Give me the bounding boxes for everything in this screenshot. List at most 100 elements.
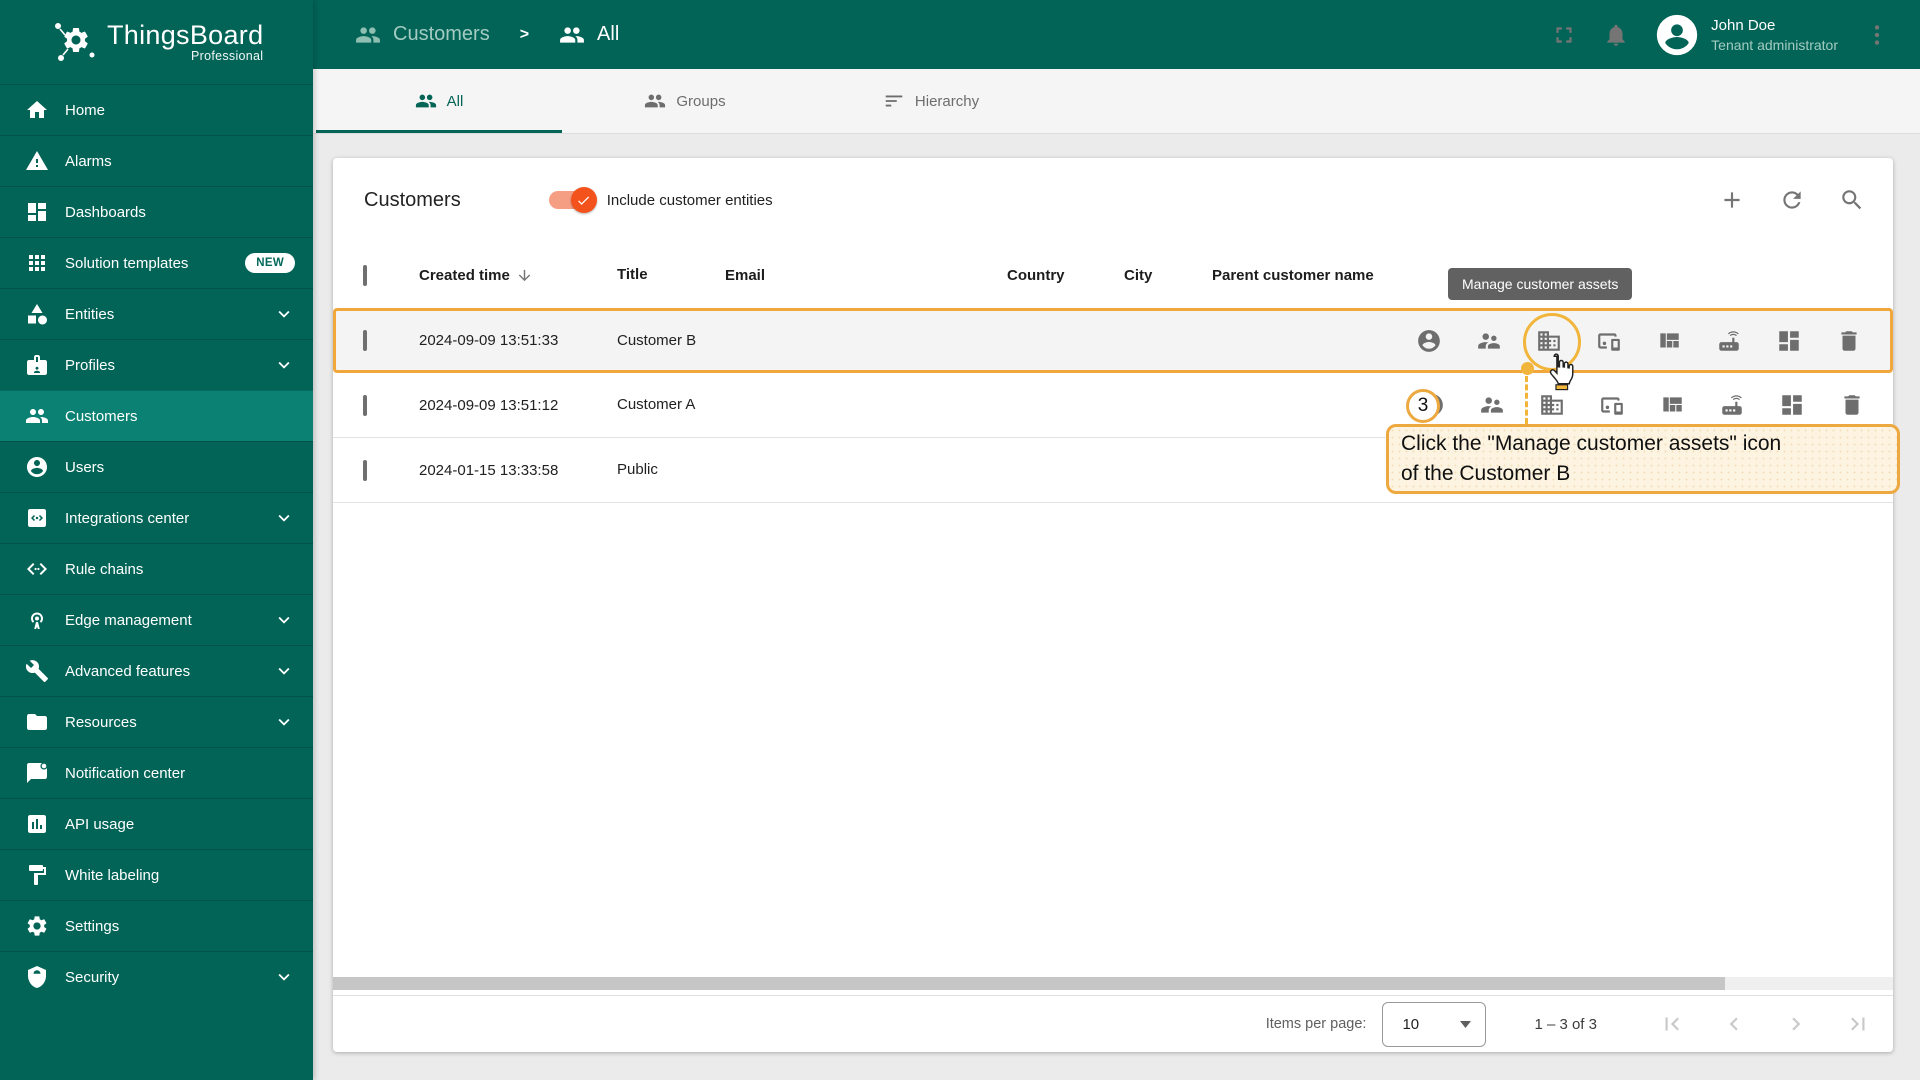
chevron-down-icon	[273, 303, 295, 325]
fullscreen-button[interactable]	[1551, 22, 1577, 48]
delete-customer-button[interactable]	[1839, 392, 1865, 418]
row-checkbox[interactable]	[363, 330, 367, 351]
search-button[interactable]	[1839, 187, 1865, 213]
horizontal-scrollbar-thumb[interactable]	[333, 977, 1725, 990]
items-per-page-value: 10	[1402, 1015, 1420, 1033]
sidebar-item-security[interactable]: Security	[0, 951, 313, 1002]
tab-label: Groups	[676, 92, 726, 110]
sidebar-item-solution-templates[interactable]: Solution templates NEW	[0, 237, 313, 288]
row-checkbox[interactable]	[363, 394, 367, 416]
page-title: Customers	[364, 188, 461, 211]
delete-customer-button[interactable]	[1836, 328, 1862, 354]
category-icon	[25, 302, 49, 326]
view-quilt-icon	[1659, 392, 1685, 418]
last-page-button[interactable]	[1845, 1011, 1871, 1037]
manage-customer-users-button[interactable]	[1416, 328, 1442, 354]
annotation-text-line2: of the Customer B	[1401, 462, 1571, 485]
horizontal-scrollbar	[333, 977, 1893, 990]
add-customer-button[interactable]	[1719, 187, 1745, 213]
sidebar-item-label: Entities	[65, 305, 115, 323]
sidebar-item-api-usage[interactable]: API usage	[0, 798, 313, 849]
chevron-right-icon	[1783, 1011, 1809, 1037]
pagination-bar: Items per page: 10 1 – 3 of 3	[333, 995, 1893, 1052]
sidebar-item-label: API usage	[65, 815, 135, 833]
sidebar-item-resources[interactable]: Resources	[0, 696, 313, 747]
column-header-city[interactable]: City	[1124, 267, 1212, 284]
manage-customer-devices-button[interactable]	[1599, 392, 1625, 418]
sidebar-item-customers[interactable]: Customers	[0, 390, 313, 441]
breadcrumb-parent[interactable]: Customers	[393, 23, 490, 46]
next-page-button[interactable]	[1783, 1011, 1809, 1037]
toggle-switch[interactable]	[548, 187, 597, 213]
sidebar-item-integrations-center[interactable]: Integrations center	[0, 492, 313, 543]
sidebar-item-rule-chains[interactable]: Rule chains	[0, 543, 313, 594]
more-menu-button[interactable]	[1864, 22, 1890, 48]
manage-customer-customers-button[interactable]	[1479, 392, 1505, 418]
sidebar-item-advanced-features[interactable]: Advanced features	[0, 645, 313, 696]
sidebar: ThingsBoard Professional Home Alarms Das…	[0, 0, 313, 1080]
column-header-country[interactable]: Country	[1007, 267, 1124, 284]
cell-created-time: 2024-09-09 13:51:12	[419, 396, 559, 414]
shield-icon	[25, 965, 49, 989]
items-per-page-select[interactable]: 10	[1382, 1001, 1487, 1047]
sidebar-item-white-labeling[interactable]: White labeling	[0, 849, 313, 900]
column-header-parent-customer[interactable]: Parent customer name	[1212, 267, 1412, 284]
notifications-button[interactable]	[1603, 22, 1629, 48]
annotation-connector-dot	[1521, 362, 1534, 375]
tab-bar: All Groups Hierarchy	[313, 69, 1920, 134]
row-checkbox[interactable]	[363, 459, 367, 481]
cell-title: Customer B	[617, 331, 697, 349]
sidebar-item-home[interactable]: Home	[0, 84, 313, 135]
main-area: All Groups Hierarchy Customers Include c…	[313, 69, 1920, 1080]
sidebar-item-edge-management[interactable]: Edge management	[0, 594, 313, 645]
manage-customer-devices-button[interactable]	[1596, 328, 1622, 354]
sidebar-item-settings[interactable]: Settings	[0, 900, 313, 951]
sidebar-item-users[interactable]: Users	[0, 441, 313, 492]
people-icon	[25, 404, 49, 428]
breadcrumb-current[interactable]: All	[597, 23, 619, 46]
thingsboard-logo-icon	[50, 18, 98, 66]
dropdown-arrow-icon	[1460, 1020, 1472, 1028]
user-menu[interactable]: John Doe Tenant administrator	[1655, 13, 1838, 57]
refresh-button[interactable]	[1779, 187, 1805, 213]
router-icon	[1716, 328, 1742, 354]
column-header-email[interactable]: Email	[725, 267, 1007, 284]
manage-customer-widgets-button[interactable]	[1776, 328, 1802, 354]
manage-customer-edges-button[interactable]	[1716, 328, 1742, 354]
people-icon	[644, 90, 666, 112]
sidebar-item-label: Security	[65, 968, 120, 986]
manage-customer-edges-button[interactable]	[1719, 392, 1745, 418]
customers-card: Customers Include customer entities Crea…	[333, 158, 1893, 1052]
include-customer-entities-toggle[interactable]: Include customer entities	[548, 187, 773, 213]
manage-customer-assets-button[interactable]	[1539, 392, 1565, 418]
sidebar-item-label: White labeling	[65, 866, 160, 884]
previous-page-button[interactable]	[1721, 1011, 1747, 1037]
table-row-customer-b[interactable]: 2024-09-09 13:51:33 Customer B	[333, 308, 1893, 373]
sidebar-item-entities[interactable]: Entities	[0, 288, 313, 339]
people-icon	[355, 22, 381, 48]
first-page-button[interactable]	[1659, 1011, 1685, 1037]
tab-groups[interactable]: Groups	[562, 69, 808, 133]
select-all-checkbox[interactable]	[363, 264, 367, 286]
sidebar-item-alarms[interactable]: Alarms	[0, 135, 313, 186]
sidebar-item-label: Rule chains	[65, 560, 144, 578]
sidebar-item-notification-center[interactable]: Notification center	[0, 747, 313, 798]
manage-customer-customers-button[interactable]	[1476, 328, 1502, 354]
tab-hierarchy[interactable]: Hierarchy	[808, 69, 1054, 133]
page-range-label: 1 – 3 of 3	[1534, 1015, 1597, 1033]
column-header-title[interactable]: Title	[617, 265, 725, 285]
sidebar-item-dashboards[interactable]: Dashboards	[0, 186, 313, 237]
column-header-created-time[interactable]: Created time	[419, 267, 510, 284]
manage-customer-dashboards-button[interactable]	[1656, 328, 1682, 354]
tab-all[interactable]: All	[316, 69, 562, 133]
thingsboard-logo[interactable]: ThingsBoard Professional	[0, 0, 313, 84]
apps-grid-icon	[25, 251, 49, 275]
manage-customer-dashboards-button[interactable]	[1659, 392, 1685, 418]
sidebar-item-profiles[interactable]: Profiles	[0, 339, 313, 390]
plus-icon	[1719, 187, 1745, 213]
sort-descending-icon[interactable]	[516, 267, 533, 284]
sidebar-item-label: Profiles	[65, 356, 116, 374]
tab-label: Hierarchy	[914, 92, 980, 110]
app-edition: Professional	[191, 49, 264, 63]
manage-customer-widgets-button[interactable]	[1779, 392, 1805, 418]
